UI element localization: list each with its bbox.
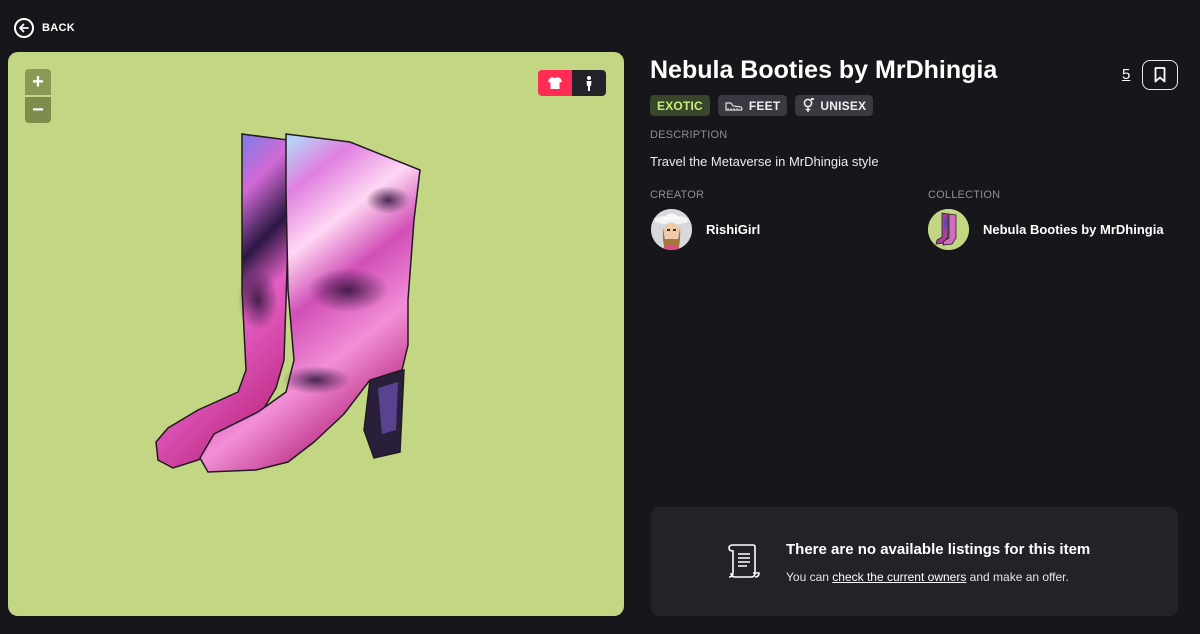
scroll-icon [728,544,760,578]
item-preview[interactable]: + − [8,52,624,616]
tshirt-icon [548,77,562,89]
boots-image [155,133,421,473]
creator-avatar [651,209,692,250]
back-label: BACK [42,22,75,34]
gender-tag-label: UNISEX [820,98,867,113]
collection-link[interactable]: Nebula Booties by MrDhingia [928,209,1164,250]
view-toggle [538,70,606,96]
zoom-out-button[interactable]: − [25,97,51,123]
no-listings-subtitle: You can check the current owners and mak… [786,570,1069,584]
tag-list: EXOTIC FEET UNISEX [650,95,874,116]
creator-label: CREATOR [650,189,705,201]
avatar-view-button[interactable] [572,70,606,96]
check-owners-link[interactable]: check the current owners [832,570,966,584]
category-tag: FEET [717,95,788,116]
rarity-tag: EXOTIC [650,95,710,116]
zoom-in-button[interactable]: + [25,69,51,95]
item-title: Nebula Booties by MrDhingia [650,56,998,84]
rarity-tag-label: EXOTIC [657,98,703,113]
creator-name: RishiGirl [706,222,761,237]
no-listings-title: There are no available listings for this… [786,541,1091,558]
creator-link[interactable]: RishiGirl [651,209,760,250]
description-label: DESCRIPTION [650,129,728,141]
person-icon [586,75,592,91]
arrow-left-icon [14,18,34,38]
collection-label: COLLECTION [928,189,1001,201]
subtitle-suffix: and make an offer. [966,570,1069,584]
gender-tag: UNISEX [795,95,874,116]
shoe-icon [725,101,743,111]
item-detail-page: BACK + − Nebula Booties by MrDhingia 5 E… [0,0,1200,634]
subtitle-prefix: You can [786,570,833,584]
wearable-view-button[interactable] [538,70,572,96]
description-text: Travel the Metaverse in MrDhingia style [650,154,879,169]
no-listings-card: There are no available listings for this… [651,507,1178,616]
collection-thumbnail [928,209,969,250]
bookmark-button[interactable] [1142,60,1178,90]
favorites-count[interactable]: 5 [1122,66,1130,83]
back-button[interactable]: BACK [14,18,75,38]
bookmark-icon [1154,67,1166,83]
category-tag-label: FEET [748,98,781,113]
gender-icon [803,98,815,112]
collection-name: Nebula Booties by MrDhingia [983,222,1164,237]
